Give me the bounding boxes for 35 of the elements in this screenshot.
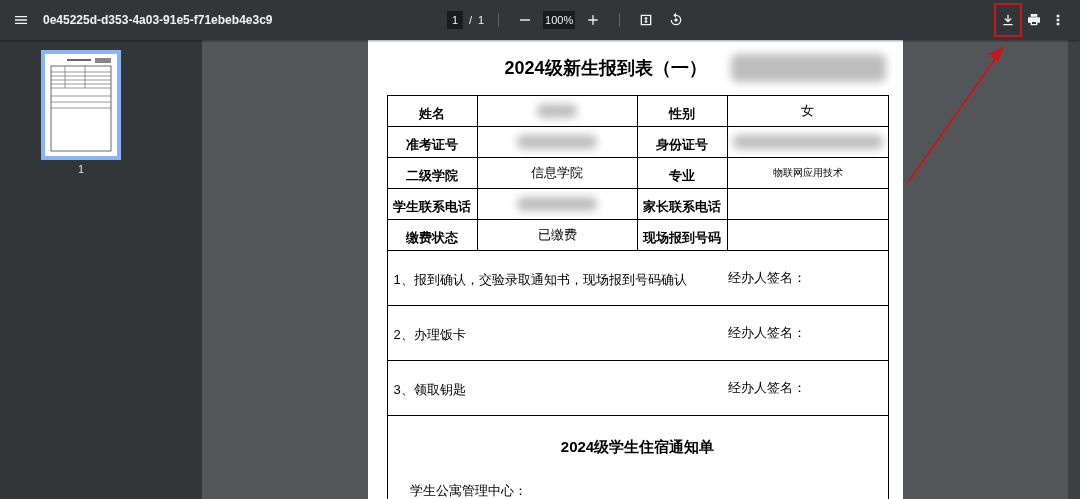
scrollbar[interactable] <box>1068 40 1080 499</box>
field-label: 身份证号 <box>637 127 728 158</box>
page-label: 1 <box>78 164 84 175</box>
field-label: 性别 <box>637 96 728 127</box>
section-text: 学生公寓管理中心： <box>409 482 528 499</box>
signature-label: 经办人签名： <box>727 269 806 287</box>
page-separator: / <box>469 14 473 26</box>
field-label: 家长联系电话 <box>637 189 728 220</box>
download-icon <box>1000 12 1016 28</box>
step-text: 1、报到确认，交验录取通知书，现场报到号码确认 <box>393 271 688 289</box>
printer-icon <box>1026 12 1042 28</box>
page-number-field[interactable]: 1 <box>447 11 463 29</box>
page-thumbnail[interactable] <box>41 50 121 160</box>
field-value: 信息学院 <box>477 158 638 189</box>
step-text: 2、办理饭卡 <box>393 326 467 344</box>
signature-label: 经办人签名： <box>727 379 806 397</box>
field-label: 姓名 <box>387 96 478 127</box>
page-total: 1 <box>478 14 485 26</box>
section-title: 2024级学生住宿通知单 <box>560 438 715 457</box>
field-value: 物联网应用技术 <box>727 158 888 189</box>
document-title: 0e45225d-d353-4a03-91e5-f71ebeb4e3c9 <box>43 13 273 27</box>
field-label: 学生联系电话 <box>387 189 478 220</box>
field-label: 缴费状态 <box>387 220 478 251</box>
download-button[interactable] <box>994 3 1022 37</box>
minus-icon <box>520 19 531 21</box>
field-label: 准考证号 <box>387 127 478 158</box>
step-text: 3、领取钥匙 <box>393 381 467 399</box>
zoom-field[interactable]: 100% <box>543 11 576 29</box>
field-label: 现场报到号码 <box>637 220 728 251</box>
field-value: 已缴费 <box>477 220 638 251</box>
field-value: 女 <box>727 96 888 127</box>
field-label: 二级学院 <box>387 158 478 189</box>
field-label: 专业 <box>637 158 728 189</box>
form-title: 2024级新生报到表（一） <box>504 56 707 80</box>
signature-label: 经办人签名： <box>727 324 806 342</box>
